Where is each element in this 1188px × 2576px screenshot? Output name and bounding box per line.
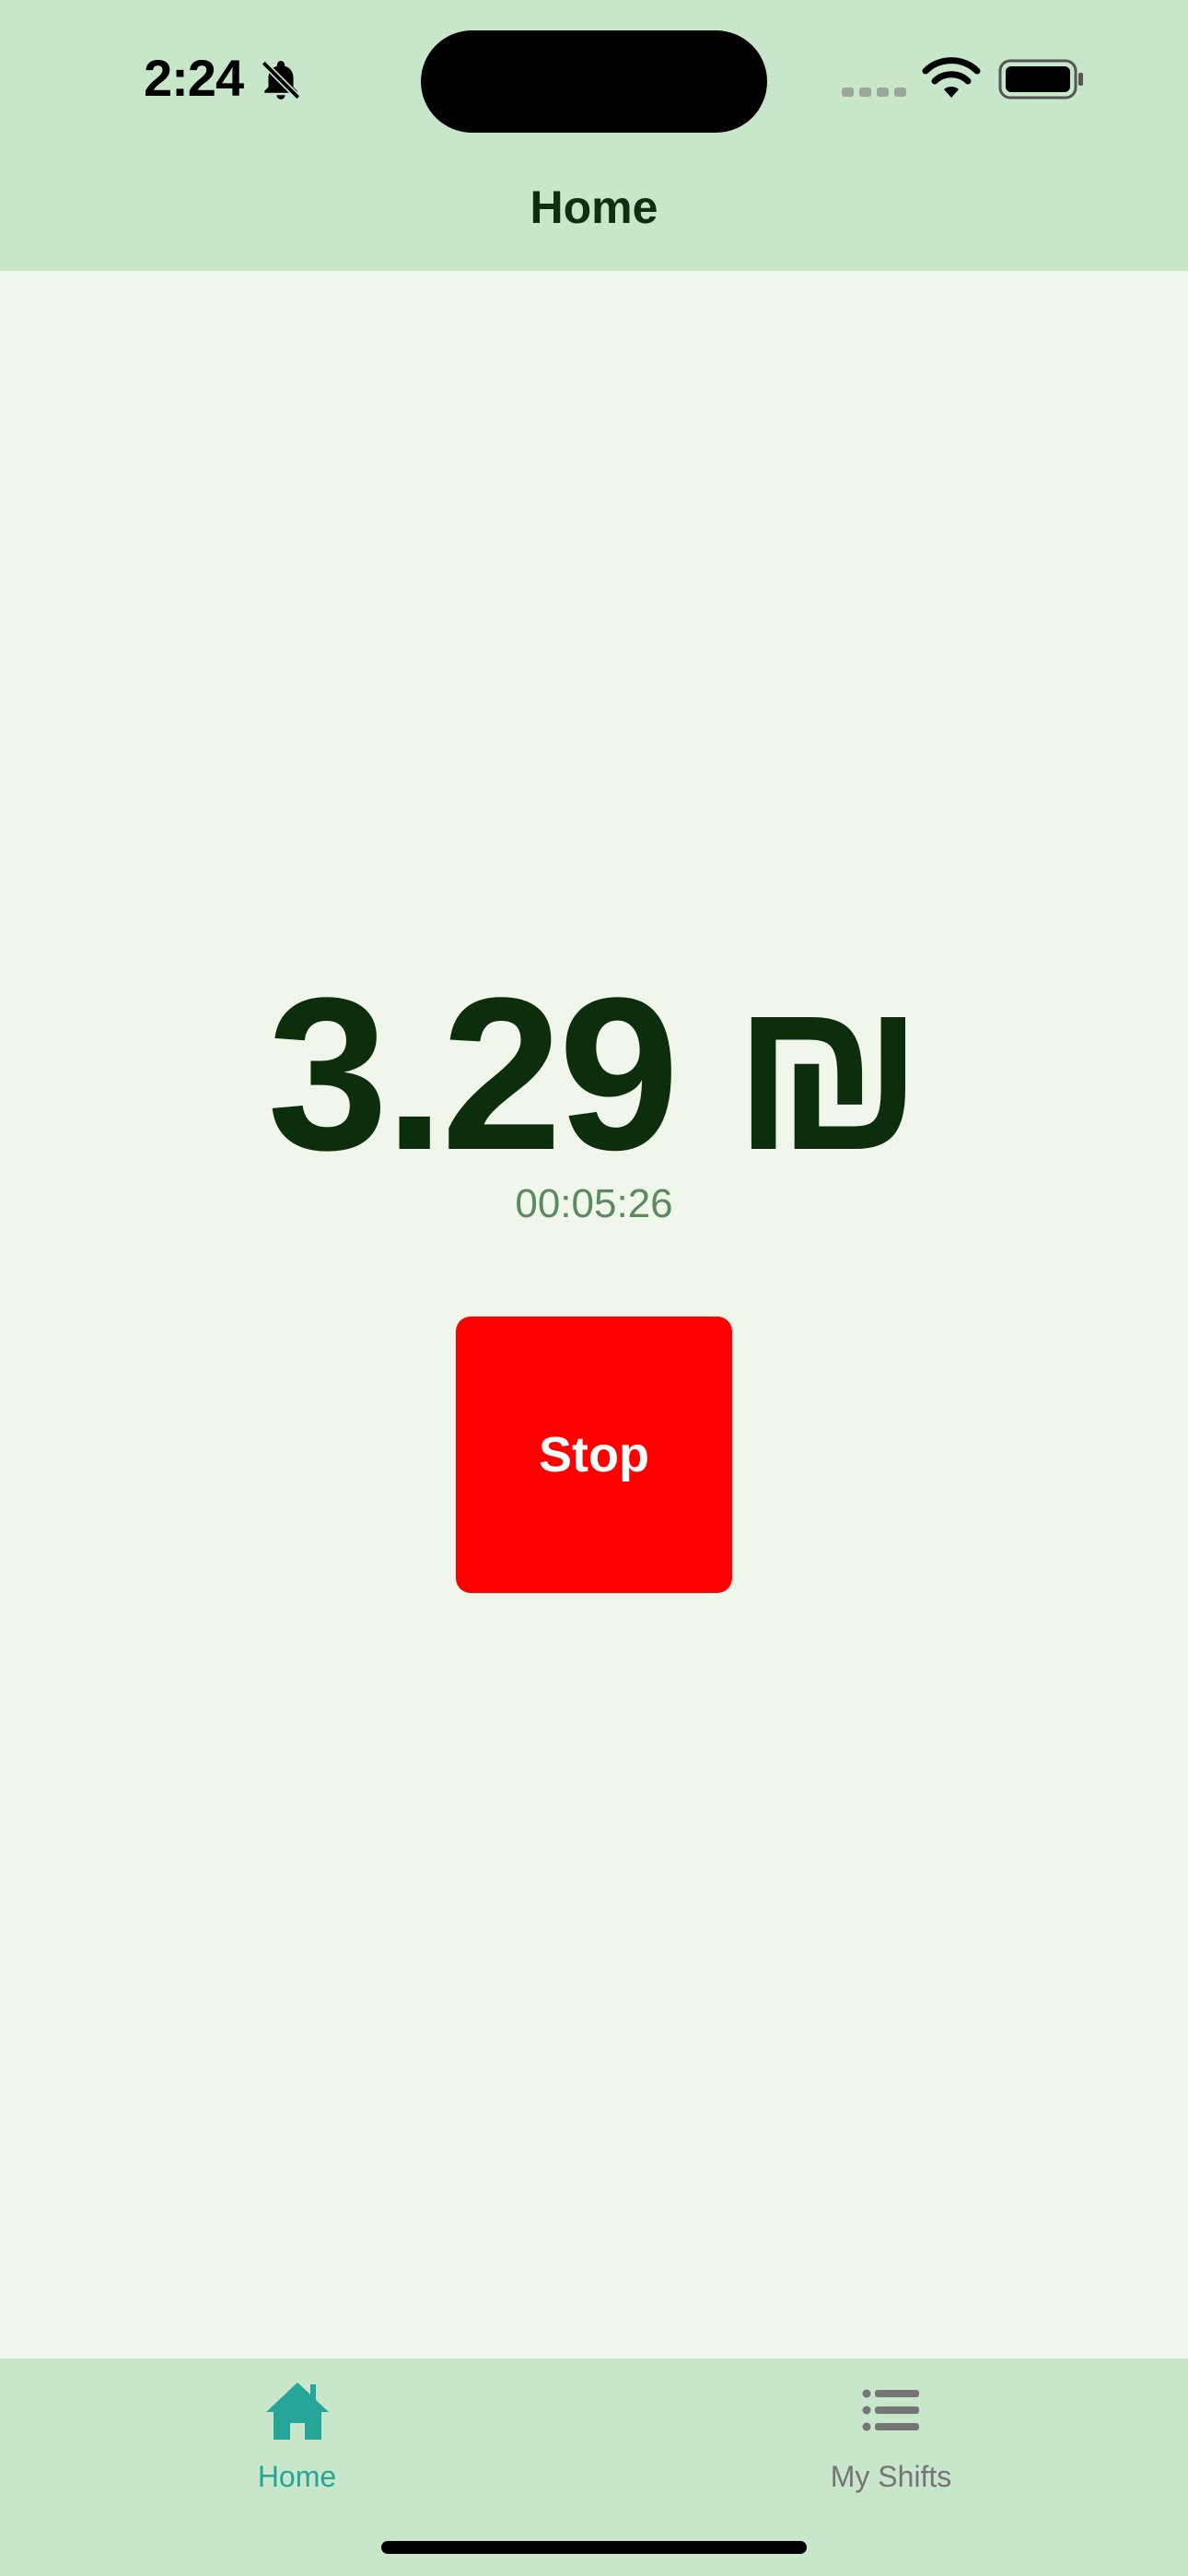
status-bar-time: 2:24 <box>144 49 244 107</box>
earnings-amount: 3.29 ₪ <box>267 953 924 1196</box>
tab-my-shifts[interactable]: My Shifts <box>594 2359 1188 2524</box>
home-icon <box>265 2383 329 2440</box>
wifi-icon <box>922 57 981 98</box>
battery-icon <box>998 59 1083 100</box>
page-title: Home <box>530 181 658 233</box>
tab-home[interactable]: Home <box>0 2359 594 2524</box>
bell-slash-icon <box>261 60 301 100</box>
app-header: 2:24 Home <box>0 0 1188 271</box>
cellular-signal-icon <box>842 88 906 97</box>
dynamic-island <box>421 30 767 133</box>
home-indicator <box>381 2541 807 2554</box>
bottom-tab-bar: Home My Shifts <box>0 2359 1188 2576</box>
stop-button[interactable]: Stop <box>456 1317 732 1593</box>
list-icon <box>862 2389 919 2431</box>
tab-home-label: Home <box>257 2460 337 2493</box>
tab-my-shifts-label: My Shifts <box>830 2460 952 2493</box>
elapsed-timer: 00:05:26 <box>515 1181 673 1226</box>
